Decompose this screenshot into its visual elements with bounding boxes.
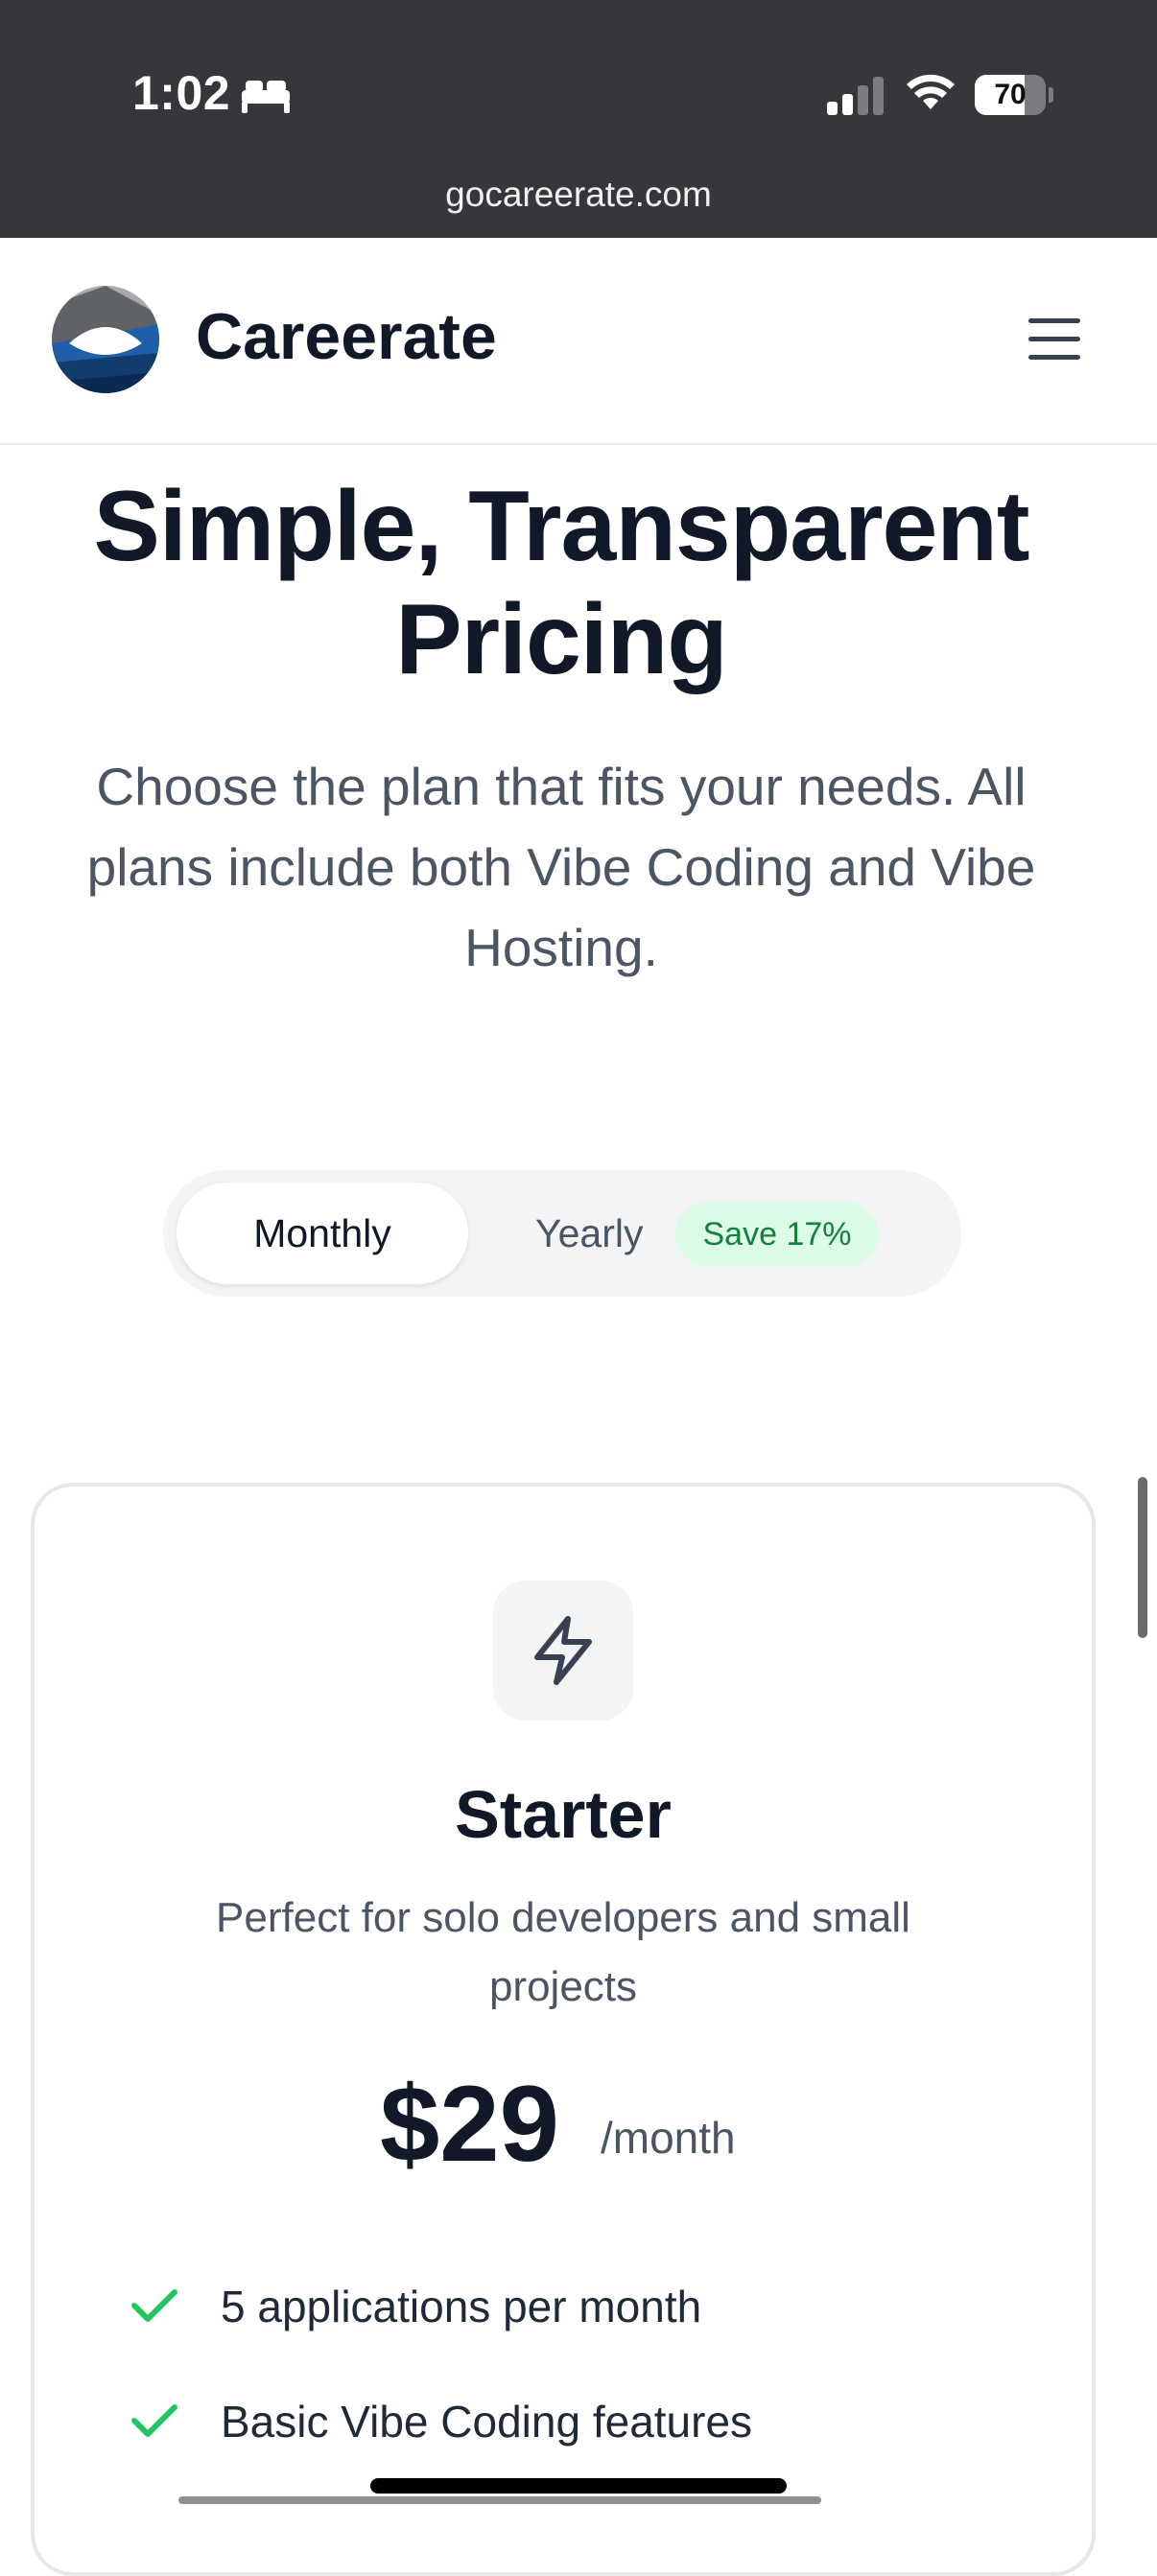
page-title: Simple, Transparent Pricing (93, 471, 1029, 695)
home-indicator[interactable] (370, 2478, 787, 2494)
horizontal-scrollbar (178, 2496, 821, 2504)
billing-period-toggle: Monthly Yearly Save 17% (163, 1170, 961, 1297)
feature-text: 5 applications per month (221, 2282, 702, 2331)
status-time: 1:02 (132, 66, 231, 120)
save-badge: Save 17% (675, 1202, 879, 1267)
plan-card-starter: Starter Perfect for solo developers and … (31, 1483, 1096, 2576)
plan-icon-box (493, 1581, 633, 1721)
yearly-toggle-button[interactable]: Yearly (535, 1183, 643, 1284)
plan-description: Perfect for solo developers and small pr… (216, 1894, 910, 2010)
brand-name[interactable]: Careerate (196, 299, 497, 374)
hamburger-menu-icon[interactable] (1021, 313, 1088, 366)
battery-level-label: 70 (994, 79, 1027, 110)
scrollbar[interactable] (1138, 1477, 1147, 1638)
plan-name: Starter (455, 1777, 672, 1852)
page-subtitle: Choose the plan that fits your needs. Al… (86, 757, 1036, 977)
site-header: Careerate (0, 238, 1157, 445)
battery-body: 70 (975, 75, 1046, 115)
status-bar: 1:02 70 gocareerate.com (0, 0, 1157, 238)
url-bar[interactable]: gocareerate.com (0, 175, 1157, 215)
bed-icon (242, 81, 290, 113)
feature-item: 5 applications per month (35, 2275, 1092, 2342)
feature-text: Basic Vibe Coding features (221, 2397, 753, 2447)
plan-period: /month (601, 2113, 736, 2163)
cellular-signal-icon (827, 77, 884, 115)
check-icon (131, 2289, 177, 2322)
plan-price: $29 (380, 2064, 559, 2184)
feature-item: Basic Vibe Coding features (35, 2390, 1092, 2457)
monthly-toggle-button[interactable]: Monthly (177, 1183, 468, 1284)
check-icon (131, 2404, 177, 2437)
careerate-logo[interactable] (52, 286, 159, 393)
battery-icon: 70 (975, 75, 1053, 115)
lightning-bolt-icon (534, 1616, 592, 1685)
battery-tip (1049, 87, 1053, 103)
wifi-icon (907, 74, 955, 109)
price-row: $29 /month (35, 2062, 1092, 2187)
